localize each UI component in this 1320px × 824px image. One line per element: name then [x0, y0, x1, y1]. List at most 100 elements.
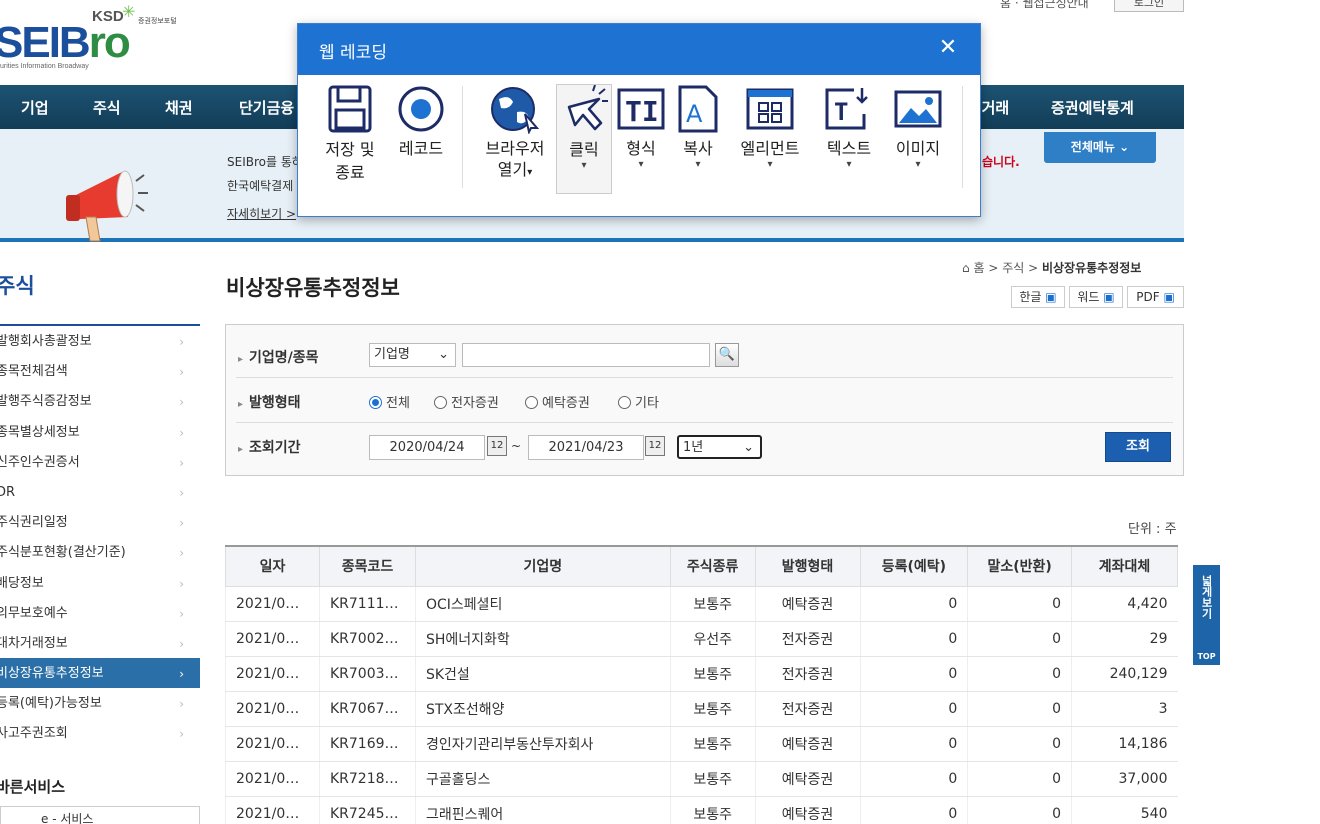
lnb-item[interactable]: 등록(예탁)가능정보 › — [0, 688, 200, 718]
download-word-button[interactable]: 워드 ▣ — [1069, 286, 1123, 308]
login-button[interactable]: 로그인 — [1114, 0, 1184, 12]
search-icon[interactable]: 🔍 — [715, 343, 739, 367]
close-icon[interactable]: ✕ — [934, 34, 962, 62]
table-row[interactable]: 2021/0… KR7218… 구골홀딩스 보통주 예탁증권 0 0 37,000 — [225, 761, 1178, 797]
type-action-button[interactable]: TI 형식 ▾ — [616, 84, 666, 170]
megaphone-icon — [66, 170, 148, 242]
cell-stock-kind: 보통주 — [669, 761, 756, 797]
cell-code: KR7002… — [318, 621, 416, 657]
gnb-item-short-term[interactable]: 단기금융 — [239, 97, 294, 118]
cell-stock-kind: 우선주 — [669, 621, 756, 657]
lnb-item-label: 발행주식증감정보 — [0, 394, 92, 410]
col-stock-kind[interactable]: 주식종류 — [669, 545, 756, 587]
cell-issue-type: 전자증권 — [754, 621, 861, 657]
chevron-right-icon: › — [179, 697, 184, 712]
cell-date: 2021/0… — [225, 656, 320, 692]
col-transfer[interactable]: 계좌대체 — [1071, 545, 1178, 587]
web-recording-dialog: 웹 레코딩 ✕ 저장 및 종료 레코드 브라우저 열기▾ 클릭 ▾ TI 형식 … — [297, 23, 981, 217]
element-action-button[interactable]: 엘리먼트 ▾ — [731, 84, 809, 170]
page-title: 비상장유통추정정보 — [226, 276, 400, 300]
table-row[interactable]: 2021/0… KR7067… STX조선해양 보통주 전자증권 0 0 3 — [225, 691, 1178, 727]
date-to-input[interactable]: 2021/04/23 — [528, 435, 644, 460]
radio-all[interactable]: 전체 — [369, 392, 410, 411]
lnb-item-label: 의무보호예수 — [0, 605, 68, 621]
lnb-item[interactable]: DR › — [0, 477, 200, 507]
lnb-item[interactable]: 주식분포현황(결산기준) › — [0, 537, 200, 567]
col-cancel[interactable]: 말소(반환) — [967, 545, 1073, 587]
util-link[interactable]: 홈 · 웹접근성안내 — [1000, 0, 1089, 11]
cell-cancel: 0 — [967, 621, 1072, 657]
lnb-item[interactable]: 신주인수권증서 › — [0, 447, 200, 477]
cell-company: SH에너지화학 — [414, 621, 671, 657]
unit-label: 단위 : 주 — [1128, 522, 1177, 537]
lnb-item[interactable]: 배당정보 › — [0, 568, 200, 598]
radio-other[interactable]: 기타 — [618, 392, 659, 411]
banner-more-link[interactable]: 자세히보기 > — [227, 205, 296, 222]
calendar-icon[interactable]: 12 — [645, 436, 665, 456]
company-search-input[interactable] — [462, 343, 710, 367]
click-action-button[interactable]: 클릭 ▾ — [556, 84, 612, 194]
download-hwp-button[interactable]: 한글 ▣ — [1011, 286, 1065, 308]
radio-deposit[interactable]: 예탁증권 — [525, 392, 590, 411]
breadcrumb-stock[interactable]: 주식 — [1002, 261, 1024, 275]
company-type-select[interactable]: 기업명 ⌄ — [369, 343, 456, 367]
svg-text:TI: TI — [625, 95, 659, 128]
table-row[interactable]: 2021/0… KR7169… 경인자기관리부동산투자회사 보통주 예탁증권 0 0 14,1… — [225, 726, 1178, 762]
lnb-item[interactable]: 종목별상세정보 › — [0, 417, 200, 447]
lnb-item[interactable]: 비상장유통추정정보 › — [0, 658, 200, 689]
open-browser-button[interactable]: 브라우저 열기▾ — [476, 84, 554, 183]
cell-register: 0 — [859, 796, 968, 824]
lnb-item[interactable]: 발행회사총괄정보 › — [0, 326, 200, 356]
lnb-item[interactable]: 종목전체검색 › — [0, 356, 200, 386]
chevron-right-icon: › — [179, 727, 184, 742]
search-submit-button[interactable]: 조회 — [1105, 432, 1171, 462]
eservice-link[interactable]: e - 서비스 — [0, 806, 200, 824]
lnb-item[interactable]: 대차거래정보 › — [0, 628, 200, 658]
table-row[interactable]: 2021/0… KR7111… OCI스페셜티 보통주 예탁증권 0 0 4,420 — [225, 586, 1178, 622]
all-menu-button[interactable]: 전체메뉴 ⌄ — [1044, 132, 1156, 163]
scroll-top-button[interactable]: TOP — [1193, 650, 1220, 663]
logo-brand: SEIBro — [0, 18, 131, 67]
gnb-item-bond[interactable]: 채권 — [165, 97, 193, 118]
text-action-button[interactable]: T 텍스트 ▾ — [817, 84, 881, 170]
wide-view-label: 넓게보기 — [1200, 575, 1213, 619]
date-from-input[interactable]: 2020/04/24 — [369, 435, 485, 460]
wide-view-tab[interactable]: 넓게보기 TOP — [1193, 565, 1220, 665]
radio-electronic[interactable]: 전자증권 — [434, 392, 499, 411]
type-label: 발행형태 — [238, 392, 301, 412]
download-pdf-button[interactable]: PDF ▣ — [1127, 286, 1184, 308]
lnb-item[interactable]: 주식권리일정 › — [0, 507, 200, 537]
logo-ksd-sub: 증권정보포털 — [138, 17, 177, 25]
cell-date: 2021/0… — [225, 761, 320, 797]
save-and-exit-button[interactable]: 저장 및 종료 — [318, 84, 382, 184]
col-issue-type[interactable]: 발행형태 — [754, 545, 861, 587]
col-company[interactable]: 기업명 — [414, 545, 671, 587]
table-row[interactable]: 2021/0… KR7245… 그래핀스퀘어 보통주 예탁증권 0 0 540 — [225, 796, 1178, 824]
chevron-right-icon: › — [179, 485, 184, 500]
col-date[interactable]: 일자 — [225, 545, 320, 587]
period-select[interactable]: 1년 ⌄ — [677, 435, 762, 459]
col-code[interactable]: 종목코드 — [318, 545, 416, 587]
breadcrumb-home[interactable]: 홈 — [973, 261, 984, 275]
cell-issue-type: 전자증권 — [754, 691, 861, 727]
image-action-button[interactable]: 이미지 ▾ — [886, 84, 950, 170]
gnb-item-stock[interactable]: 주식 — [93, 97, 121, 118]
table-row[interactable]: 2021/0… KR7003… SK건설 보통주 전자증권 0 0 240,129 — [225, 656, 1178, 692]
table-row[interactable]: 2021/0… KR7002… SH에너지화학 우선주 전자증권 0 0 29 — [225, 621, 1178, 657]
calendar-icon[interactable]: 12 — [487, 436, 507, 456]
cell-cancel: 0 — [967, 726, 1072, 762]
gnb-item-deposit-stats[interactable]: 증권예탁통계 — [1051, 97, 1134, 118]
record-button[interactable]: 레코드 — [392, 84, 450, 160]
cell-transfer: 37,000 — [1071, 761, 1178, 797]
col-register[interactable]: 등록(예탁) — [859, 545, 969, 587]
seibro-logo[interactable]: ✳ KSD 증권정보포털 SEIBro urities Information … — [0, 0, 200, 80]
lnb-item[interactable]: 발행주식증감정보 › — [0, 386, 200, 416]
lnb-item[interactable]: 사고주권조회 › — [0, 718, 200, 748]
record-icon — [398, 86, 444, 132]
copy-action-button[interactable]: A 복사 ▾ — [673, 84, 723, 170]
left-nav: 발행회사총괄정보 › 종목전체검색 › 발행주식증감정보 › 종목별상세정보 › 신주인수권증서… — [0, 324, 200, 749]
dialog-title: 웹 레코딩 — [319, 43, 387, 63]
cell-code: KR7245… — [318, 796, 416, 824]
lnb-item[interactable]: 의무보호예수 › — [0, 598, 200, 628]
gnb-item-company[interactable]: 기업 — [21, 97, 49, 118]
